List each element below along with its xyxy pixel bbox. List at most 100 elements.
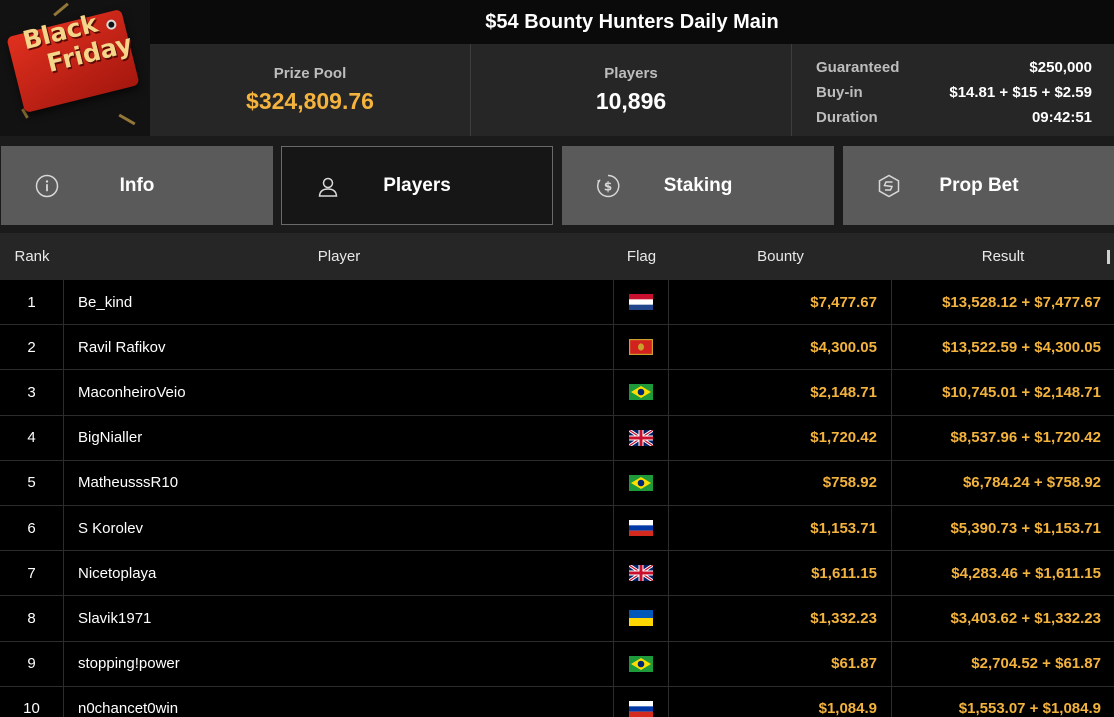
result-cell: $13,522.59 + $4,300.05 bbox=[942, 338, 1101, 356]
tournament-stats: Prize Pool $324,809.76 Players 10,896 Gu… bbox=[150, 44, 1114, 136]
column-header-rank[interactable]: Rank bbox=[0, 248, 64, 265]
player-name-cell[interactable]: MatheusssR10 bbox=[64, 460, 614, 505]
table-row[interactable]: 7 Nicetoplaya $1,611.15 $4,283.46 + $1,611.… bbox=[0, 551, 1114, 597]
table-row[interactable]: 1 Be_kind $7,477.67 $13,528.12 + $7,477.67 bbox=[0, 280, 1114, 326]
bounty-cell: $2,148.71 bbox=[669, 370, 892, 415]
player-name-cell[interactable]: stopping!power bbox=[64, 641, 614, 686]
column-header-flag[interactable]: Flag bbox=[614, 248, 669, 265]
bounty-cell: $1,153.71 bbox=[669, 505, 892, 551]
rank-cell: 4 bbox=[0, 415, 64, 460]
info-icon bbox=[35, 174, 59, 198]
rank-cell: 6 bbox=[0, 505, 64, 551]
table-row[interactable]: 9 stopping!power $61.87 $2,704.52 + $61.87 bbox=[0, 641, 1114, 687]
flag-cell bbox=[614, 325, 669, 370]
bounty-cell: $1,611.15 bbox=[669, 551, 892, 596]
rank-cell: 5 bbox=[0, 460, 64, 505]
detail-value: $14.81 + $15 + $2.59 bbox=[949, 84, 1092, 101]
table-row[interactable]: 10 n0chancet0win $1,084.9 $1,553.07 + $1,08… bbox=[0, 686, 1114, 717]
bounty-cell: $1,720.42 bbox=[669, 415, 892, 460]
result-cell: $8,537.96 + $1,720.42 bbox=[950, 429, 1101, 447]
detail-value: 09:42:51 bbox=[1031, 109, 1092, 126]
tab-staking[interactable]: $ Staking bbox=[562, 146, 834, 225]
rank-cell: 7 bbox=[0, 551, 64, 596]
tab-info[interactable]: Info bbox=[1, 146, 273, 225]
column-header-bounty[interactable]: Bounty bbox=[669, 248, 892, 265]
detail-guaranteed: Guaranteed $250,000 bbox=[816, 55, 1092, 80]
russia-flag-icon bbox=[629, 700, 653, 717]
black-friday-logo: Black Friday bbox=[0, 0, 150, 136]
bounty-cell: $4,300.05 bbox=[669, 325, 892, 370]
bounty-cell: $7,477.67 bbox=[669, 280, 892, 325]
detail-value: $250,000 bbox=[1029, 59, 1092, 76]
bounty-cell: $61.87 bbox=[669, 641, 892, 686]
table-row[interactable]: 2 Ravil Rafikov $4,300.05 $13,522.59 + $4,3… bbox=[0, 325, 1114, 371]
brazil-flag-icon bbox=[629, 655, 653, 672]
table-row[interactable]: 8 Slavik1971 $1,332.23 $3,403.62 + $1,332.2… bbox=[0, 596, 1114, 642]
prize-pool-label: Prize Pool bbox=[273, 65, 347, 82]
table-row[interactable]: 4 BigNialler $1,720.42 $8,537.96 + $1,720.4… bbox=[0, 415, 1114, 461]
flag-cell bbox=[614, 280, 669, 325]
column-header-result[interactable]: Result bbox=[892, 248, 1114, 265]
tab-prop-bet[interactable]: Prop Bet bbox=[843, 146, 1114, 225]
flag-cell bbox=[614, 551, 669, 596]
tournament-title: $54 Bounty Hunters Daily Main bbox=[150, 0, 1114, 44]
result-cell: $6,784.24 + $758.92 bbox=[962, 474, 1101, 492]
table-row[interactable]: 3 MaconheiroVeio $2,148.71 $10,745.01 + $2,… bbox=[0, 370, 1114, 416]
prop-bet-icon bbox=[878, 174, 900, 198]
uk-flag-icon bbox=[629, 429, 653, 446]
table-header: Rank Player Flag Bounty Result bbox=[0, 233, 1114, 280]
player-name-cell[interactable]: S Korolev bbox=[64, 505, 614, 551]
result-cell: $2,704.52 + $61.87 bbox=[971, 655, 1101, 673]
player-name-cell[interactable]: BigNialler bbox=[64, 415, 614, 460]
players-table: Rank Player Flag Bounty Result 1 Be_kind $… bbox=[0, 233, 1114, 717]
flag-cell bbox=[614, 596, 669, 641]
rank-cell: 10 bbox=[0, 686, 64, 717]
flag-cell bbox=[614, 641, 669, 686]
rank-cell: 8 bbox=[0, 596, 64, 641]
player-name-cell[interactable]: n0chancet0win bbox=[64, 686, 614, 717]
player-name-cell[interactable]: Slavik1971 bbox=[64, 596, 614, 641]
flag-cell bbox=[614, 370, 669, 415]
detail-buy-in: Buy-in $14.81 + $15 + $2.59 bbox=[816, 80, 1092, 105]
montenegro-flag-icon bbox=[629, 339, 653, 356]
dollar-coin-icon: $ bbox=[596, 174, 620, 198]
result-cell: $10,745.01 + $2,148.71 bbox=[942, 383, 1101, 401]
rank-cell: 1 bbox=[0, 280, 64, 325]
prize-pool-value: $324,809.76 bbox=[246, 88, 374, 114]
uk-flag-icon bbox=[629, 565, 653, 582]
user-icon bbox=[318, 177, 338, 197]
tournament-details: Guaranteed $250,000 Buy-in $14.81 + $15 … bbox=[792, 44, 1114, 136]
flag-cell bbox=[614, 505, 669, 551]
ukraine-flag-icon bbox=[629, 610, 653, 627]
bounty-cell: $1,084.9 bbox=[669, 686, 892, 717]
table-body: 1 Be_kind $7,477.67 $13,528.12 + $7,477.67 2… bbox=[0, 280, 1114, 717]
flag-cell bbox=[614, 460, 669, 505]
tab-players[interactable]: Players bbox=[281, 146, 553, 225]
detail-label: Duration bbox=[816, 109, 878, 126]
result-cell: $1,553.07 + $1,084.9 bbox=[958, 700, 1101, 717]
player-name-cell[interactable]: Nicetoplaya bbox=[64, 551, 614, 596]
result-cell: $5,390.73 + $1,153.71 bbox=[950, 519, 1101, 537]
brazil-flag-icon bbox=[629, 474, 653, 491]
prize-pool: Prize Pool $324,809.76 bbox=[150, 44, 470, 136]
player-name-cell[interactable]: Ravil Rafikov bbox=[64, 325, 614, 370]
result-cell: $13,528.12 + $7,477.67 bbox=[942, 293, 1101, 311]
rank-cell: 3 bbox=[0, 370, 64, 415]
result-cell: $4,283.46 + $1,611.15 bbox=[951, 564, 1101, 582]
detail-label: Buy-in bbox=[816, 84, 863, 101]
bounty-cell: $1,332.23 bbox=[669, 596, 892, 641]
table-row[interactable]: 6S Korolev $1,153.71 $5,390.73 + $1,153.71 bbox=[0, 505, 1114, 552]
player-name-cell[interactable]: MaconheiroVeio bbox=[64, 370, 614, 415]
detail-duration: Duration 09:42:51 bbox=[816, 105, 1092, 130]
russia-flag-icon bbox=[629, 520, 653, 537]
rank-cell: 9 bbox=[0, 641, 64, 686]
column-header-player[interactable]: Player bbox=[64, 248, 614, 265]
table-row[interactable]: 5 MatheusssR10 $758.92 $6,784.24 + $758.92 bbox=[0, 460, 1114, 506]
bounty-cell: $758.92 bbox=[669, 460, 892, 505]
flag-cell bbox=[614, 415, 669, 460]
detail-label: Guaranteed bbox=[816, 59, 900, 76]
scrollbar[interactable] bbox=[1107, 250, 1110, 264]
player-name-cell[interactable]: Be_kind bbox=[64, 280, 614, 325]
flag-cell bbox=[614, 686, 669, 717]
players-label: Players bbox=[604, 65, 658, 82]
